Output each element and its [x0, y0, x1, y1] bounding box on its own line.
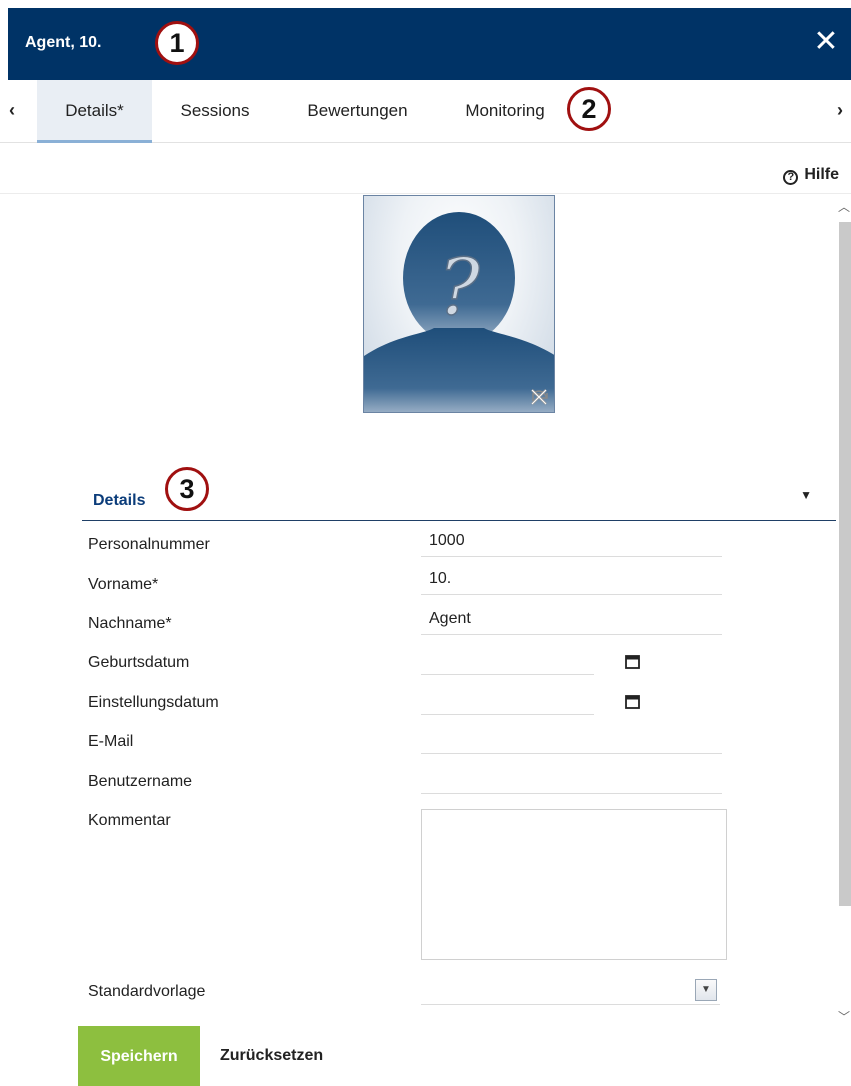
geburtsdatum-field[interactable]	[421, 647, 594, 675]
reset-button[interactable]: Zurücksetzen	[220, 1047, 323, 1065]
calendar-icon[interactable]	[625, 694, 640, 714]
help-link[interactable]: ? Hilfe	[783, 166, 839, 185]
save-button[interactable]: Speichern	[78, 1026, 200, 1086]
email-label: E-Mail	[88, 733, 134, 750]
section-title: Details	[93, 492, 146, 509]
scroll-down-icon[interactable]: ﹀	[837, 1008, 851, 1024]
help-label: Hilfe	[804, 166, 839, 183]
profile-photo[interactable]: ?	[363, 195, 555, 413]
scrollbar[interactable]: ︿ ﹀	[836, 196, 851, 1026]
window-header: Agent, 10. ✕	[8, 8, 851, 80]
callout-2: 2	[567, 87, 611, 131]
standardvorlage-select[interactable]	[421, 1004, 720, 1005]
tab-sessions[interactable]: Sessions	[160, 80, 270, 142]
geburtsdatum-label: Geburtsdatum	[88, 654, 190, 671]
tab-monitoring[interactable]: Monitoring	[450, 80, 560, 142]
chevron-left-icon[interactable]: ‹	[9, 100, 15, 121]
caret-down-icon[interactable]: ▼	[800, 488, 812, 502]
tab-details[interactable]: Details*	[37, 80, 152, 143]
kommentar-textarea[interactable]	[421, 809, 727, 960]
vorname-label: Vorname*	[88, 576, 159, 593]
scroll-up-icon[interactable]: ︿	[837, 198, 851, 214]
benutzername-label: Benutzername	[88, 773, 193, 790]
divider	[0, 193, 851, 194]
einstellungsdatum-label: Einstellungsdatum	[88, 694, 219, 711]
svg-text:?: ?	[438, 243, 481, 333]
einstellungsdatum-field[interactable]	[421, 687, 594, 715]
tab-bar: ‹ Details* Sessions Bewertungen Monitori…	[0, 80, 851, 143]
personalnummer-field[interactable]: 1000	[421, 529, 722, 557]
standardvorlage-label: Standardvorlage	[88, 983, 206, 1000]
chevron-down-icon[interactable]: ▼	[695, 979, 717, 1001]
callout-1: 1	[155, 21, 199, 65]
chevron-right-icon[interactable]: ›	[837, 100, 843, 121]
scroll-thumb[interactable]	[839, 222, 851, 906]
calendar-icon[interactable]	[625, 654, 640, 674]
close-icon[interactable]: ✕	[813, 27, 839, 57]
silhouette-icon: ?	[364, 212, 554, 412]
nachname-label: Nachname*	[88, 615, 172, 632]
callout-3: 3	[165, 467, 209, 511]
email-field[interactable]	[421, 726, 722, 754]
window-title: Agent, 10.	[25, 34, 102, 51]
benutzername-field[interactable]	[421, 766, 722, 794]
help-circle-icon: ?	[783, 170, 799, 185]
tab-bewertungen[interactable]: Bewertungen	[290, 80, 425, 142]
kommentar-label: Kommentar	[88, 812, 171, 829]
vorname-field[interactable]: 10.	[421, 567, 722, 595]
personalnummer-label: Personalnummer	[88, 536, 210, 553]
nachname-field[interactable]: Agent	[421, 607, 722, 635]
